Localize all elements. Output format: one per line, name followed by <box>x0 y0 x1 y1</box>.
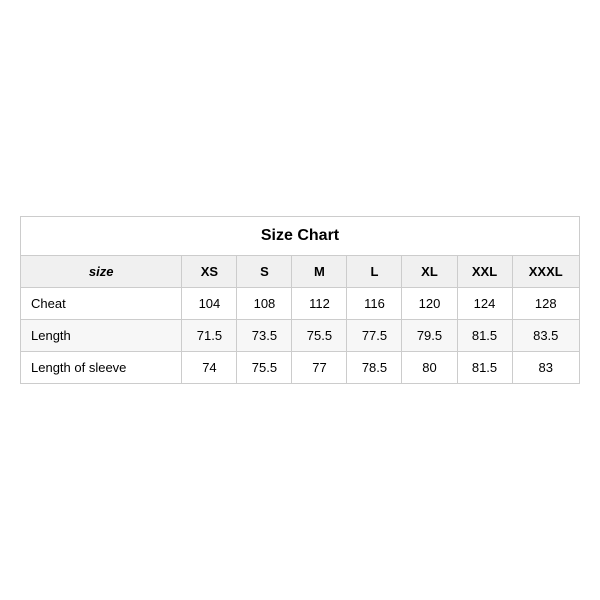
col-header-l: L <box>347 256 402 288</box>
cell-value: 124 <box>457 288 512 320</box>
cell-value: 80 <box>402 352 457 384</box>
cell-value: 83.5 <box>512 320 579 352</box>
header-row: size XS S M L XL XXL XXXL <box>21 256 580 288</box>
table-title: Size Chart <box>21 217 580 256</box>
cell-value: 83 <box>512 352 579 384</box>
cell-value: 73.5 <box>237 320 292 352</box>
cell-value: 81.5 <box>457 320 512 352</box>
cell-value: 75.5 <box>292 320 347 352</box>
cell-value: 74 <box>182 352 237 384</box>
cell-value: 71.5 <box>182 320 237 352</box>
col-header-xl: XL <box>402 256 457 288</box>
table-row: Length of sleeve7475.57778.58081.583 <box>21 352 580 384</box>
cell-value: 75.5 <box>237 352 292 384</box>
cell-value: 79.5 <box>402 320 457 352</box>
cell-value: 104 <box>182 288 237 320</box>
size-chart-container: Size Chart size XS S M L XL XXL XXXL Che… <box>20 216 580 384</box>
cell-value: 108 <box>237 288 292 320</box>
row-label: Length of sleeve <box>21 352 182 384</box>
col-header-xxl: XXL <box>457 256 512 288</box>
col-header-xs: XS <box>182 256 237 288</box>
col-header-m: M <box>292 256 347 288</box>
title-row: Size Chart <box>21 217 580 256</box>
cell-value: 77 <box>292 352 347 384</box>
cell-value: 116 <box>347 288 402 320</box>
table-row: Cheat104108112116120124128 <box>21 288 580 320</box>
cell-value: 120 <box>402 288 457 320</box>
cell-value: 78.5 <box>347 352 402 384</box>
col-header-size: size <box>21 256 182 288</box>
size-chart-table: Size Chart size XS S M L XL XXL XXXL Che… <box>20 216 580 384</box>
table-row: Length71.573.575.577.579.581.583.5 <box>21 320 580 352</box>
table-body: Cheat104108112116120124128Length71.573.5… <box>21 288 580 384</box>
row-label: Cheat <box>21 288 182 320</box>
row-label: Length <box>21 320 182 352</box>
cell-value: 128 <box>512 288 579 320</box>
cell-value: 81.5 <box>457 352 512 384</box>
col-header-xxxl: XXXL <box>512 256 579 288</box>
cell-value: 112 <box>292 288 347 320</box>
cell-value: 77.5 <box>347 320 402 352</box>
col-header-s: S <box>237 256 292 288</box>
